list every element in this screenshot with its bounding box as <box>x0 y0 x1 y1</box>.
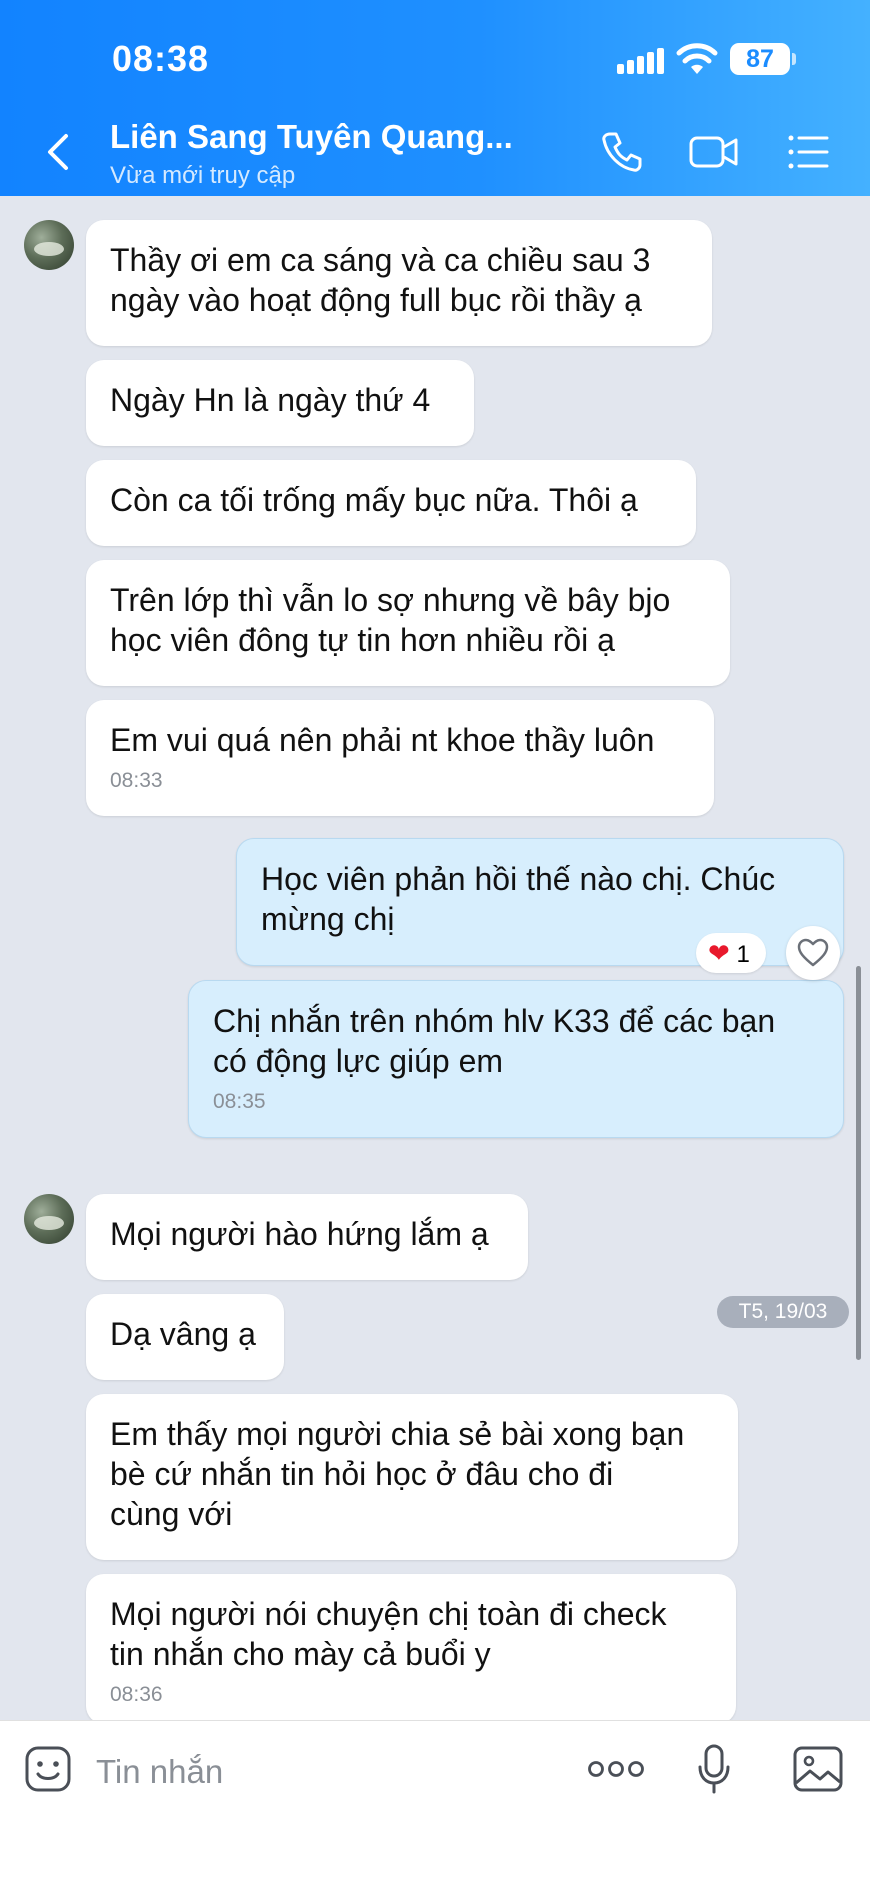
message-time: 08:35 <box>213 1090 266 1113</box>
battery-indicator: 87 <box>730 43 796 75</box>
message-text: Học viên phản hồi thế nào chị. Chúc mừng… <box>261 861 776 937</box>
message-text: Thầy ơi em ca sáng và ca chiều sau 3 ngà… <box>110 242 651 318</box>
message-bubble-incoming[interactable]: Ngày Hn là ngày thứ 4 <box>86 360 474 446</box>
message-bubble-incoming[interactable]: Em vui quá nên phải nt khoe thầy luôn 08… <box>86 700 714 816</box>
phone-icon[interactable] <box>600 130 644 174</box>
message-text: Mọi người nói chuyện chị toàn đi check t… <box>110 1596 667 1672</box>
wifi-icon <box>676 43 718 74</box>
message-bubble-incoming[interactable]: Mọi người nói chuyện chị toàn đi check t… <box>86 1574 736 1724</box>
react-button[interactable] <box>786 926 840 980</box>
reaction-badge[interactable]: ❤ 1 <box>696 933 766 973</box>
message-bubble-incoming[interactable]: Mọi người hào hứng lắm ạ <box>86 1194 528 1280</box>
chat-header: 08:38 87 Liên Sang Tuyên Quang... Vừa mớ… <box>0 0 870 196</box>
message-bubble-incoming[interactable]: Dạ vâng ạ <box>86 1294 284 1380</box>
heart-outline-icon <box>797 938 829 967</box>
message-text: Ngày Hn là ngày thứ 4 <box>110 382 431 418</box>
message-bubble-outgoing[interactable]: Chị nhắn trên nhóm hlv K33 để các bạn có… <box>188 980 844 1138</box>
message-bubble-incoming[interactable]: Em thấy mọi người chia sẻ bài xong bạn b… <box>86 1394 738 1560</box>
contact-name[interactable]: Liên Sang Tuyên Quang... <box>110 118 513 156</box>
date-separator: T5, 19/03 <box>717 1296 849 1328</box>
scrollbar[interactable] <box>856 966 861 1360</box>
message-bubble-incoming[interactable]: Trên lớp thì vẫn lo sợ nhưng về bây bjo … <box>86 560 730 686</box>
signal-icon <box>617 48 665 74</box>
message-text: Chị nhắn trên nhóm hlv K33 để các bạn có… <box>213 1003 776 1079</box>
message-text: Trên lớp thì vẫn lo sợ nhưng về bây bjo … <box>110 582 671 658</box>
message-input[interactable]: Tin nhắn <box>96 1753 223 1791</box>
message-time: 08:33 <box>110 769 163 792</box>
reaction-count: 1 <box>736 941 750 968</box>
image-icon[interactable] <box>792 1745 844 1793</box>
avatar[interactable] <box>24 220 74 270</box>
microphone-icon[interactable] <box>696 1743 732 1795</box>
contact-status: Vừa mới truy cập <box>110 162 296 189</box>
message-text: Còn ca tối trống mấy bục nữa. Thôi ạ <box>110 482 638 518</box>
back-icon[interactable] <box>44 132 74 172</box>
message-text: Em thấy mọi người chia sẻ bài xong bạn b… <box>110 1416 685 1532</box>
message-bubble-incoming[interactable]: Thầy ơi em ca sáng và ca chiều sau 3 ngà… <box>86 220 712 346</box>
avatar[interactable] <box>24 1194 74 1244</box>
message-text: Mọi người hào hứng lắm ạ <box>110 1216 489 1252</box>
status-time: 08:38 <box>112 38 210 79</box>
message-time: 08:36 <box>110 1683 163 1706</box>
message-input-bar: Tin nhắn <box>0 1720 870 1886</box>
message-bubble-incoming[interactable]: Còn ca tối trống mấy bục nữa. Thôi ạ <box>86 460 696 546</box>
menu-icon[interactable] <box>786 130 830 174</box>
heart-icon: ❤ <box>708 938 730 968</box>
message-text: Em vui quá nên phải nt khoe thầy luôn <box>110 722 655 758</box>
sticker-icon[interactable] <box>24 1745 72 1793</box>
video-call-icon[interactable] <box>688 130 740 174</box>
more-icon[interactable] <box>588 1759 644 1779</box>
message-text: Dạ vâng ạ <box>110 1316 256 1352</box>
